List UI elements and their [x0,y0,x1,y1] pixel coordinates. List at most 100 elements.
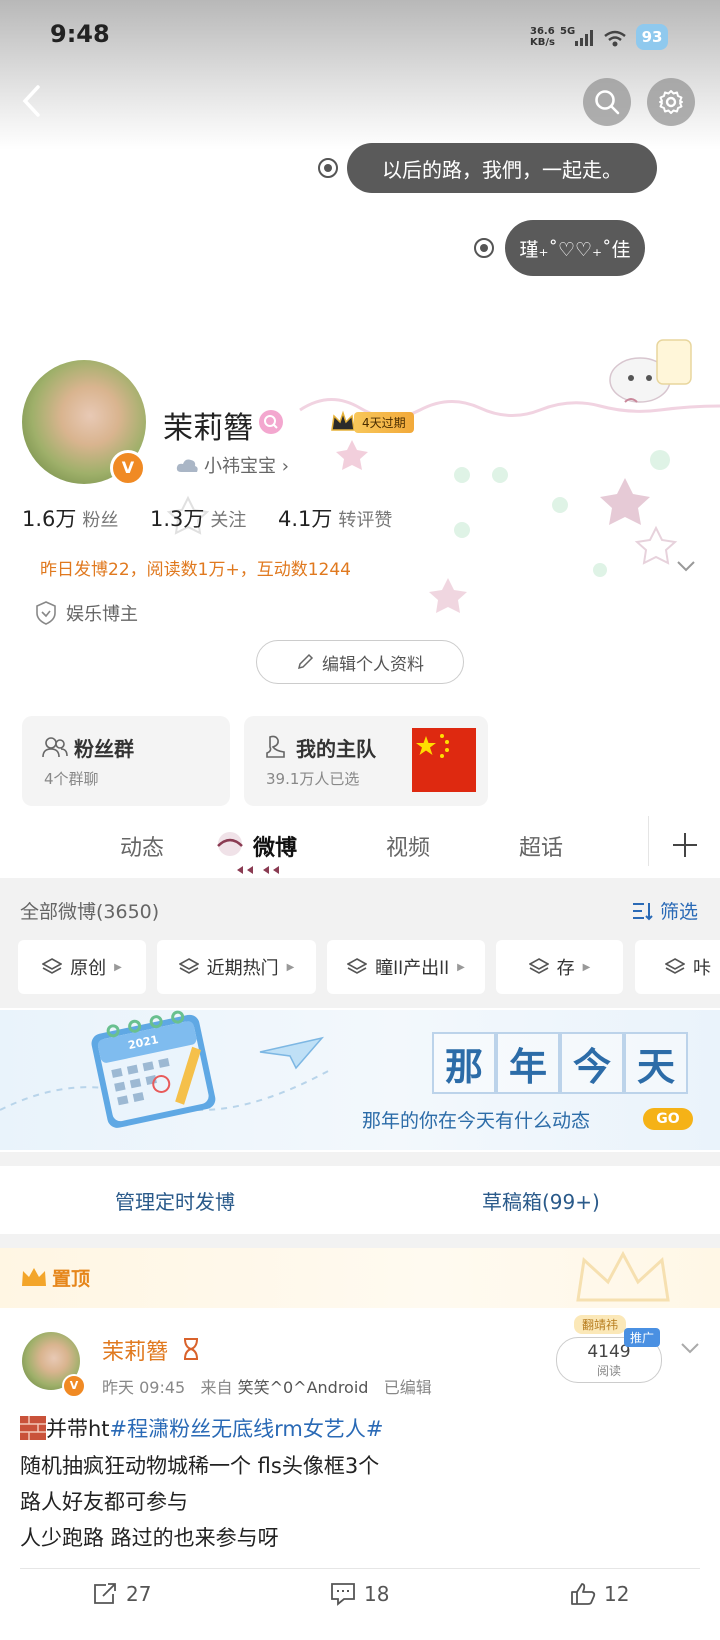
layers-icon [665,958,685,974]
post-source[interactable]: 笑笑^0^Android [238,1378,369,1397]
shield-icon [36,601,56,625]
fans-group-title: 粉丝群 [74,737,134,761]
search-button[interactable] [583,78,631,126]
post-line-3: 路人好友都可参与 [20,1490,188,1514]
pencil-icon [297,653,314,670]
star-decoration [336,440,368,470]
stat-following-label: 关注 [210,510,247,531]
pinned-crown-icon [22,1268,46,1286]
trophy-icon [266,735,285,758]
tab-super-topic[interactable]: 超话 [519,830,563,862]
bubble-message-2: 瑾₊˚♡♡₊˚佳 [505,220,645,276]
status-time: 9:48 [50,20,110,48]
china-flag-icon [412,728,476,792]
post-action-divider [20,1568,700,1569]
promote-tag[interactable]: 推广 [624,1328,661,1347]
stat-interactions[interactable]: 4.1万 转评赞 [278,503,392,533]
post-menu-chevron-icon[interactable] [680,1342,700,1354]
chip-arrow-icon: ▶ [582,961,591,973]
chip-output[interactable]: 瞳ll产出ll ▶ [327,940,485,994]
bubble-message-1: 以后的路，我們，一起走。 [347,143,657,193]
creator-tag[interactable]: 娱乐博主 [36,600,138,626]
layers-icon [528,958,549,974]
home-team-sub: 39.1万人已选 [266,770,360,788]
sub-profile-label: 小祎宝宝 › [204,456,289,477]
fans-group-card[interactable]: 粉丝群 4个群聊 [22,716,230,806]
sub-profile-link[interactable]: 小祎宝宝 › [176,452,289,478]
edit-profile-label: 编辑个人资料 [322,654,424,675]
post-time: 昨天 09:45 [102,1378,186,1397]
chip-arrow-icon: ▶ [457,961,465,973]
filter-button[interactable]: 筛选 [632,897,698,924]
profile-name: 茉莉簪 [163,411,253,446]
net-speed-unit: KB/s [530,37,555,48]
active-tab-indicator [237,866,279,874]
banner-subtitle: 那年的你在今天有什么动态 [362,1110,591,1132]
tab-divider [648,816,649,866]
tab-dynamics[interactable]: 动态 [120,830,164,862]
layers-icon [178,958,199,974]
repost-count: 27 [126,1582,152,1606]
hourglass-icon [184,1338,198,1360]
tab-video[interactable]: 视频 [386,830,430,862]
stat-fans-label: 粉丝 [82,510,119,531]
banner-title-char-2: 年 [496,1032,560,1094]
home-team-title: 我的主队 [296,737,376,761]
chip-save-label: 存 [556,958,575,979]
tab-weibo[interactable]: 微博 [253,830,297,862]
chip-recent-hot-label: 近期热门 [206,958,279,979]
comment-count: 18 [364,1582,390,1606]
post-meta: 昨天 09:45 来自 笑笑^0^Android 已编辑 [102,1374,432,1398]
expand-chevron-icon[interactable] [676,560,696,572]
banner-go-button[interactable]: GO [643,1108,693,1130]
settings-button[interactable] [647,78,695,126]
drafts-button[interactable]: 草稿箱(99+) [482,1186,600,1215]
banner-title-char-3: 今 [560,1032,624,1094]
section-separator [0,1234,720,1248]
stat-interactions-value: 4.1万 [278,507,333,531]
stat-following[interactable]: 1.3万 关注 [150,503,246,533]
battery-indicator: 93 [636,24,668,50]
chip-save[interactable]: 存 ▶ [496,940,623,994]
scheduled-posts-button[interactable]: 管理定时发博 [115,1186,235,1215]
all-weibo-count: 全部微博(3650) [20,901,160,923]
network-speed: 36.6 KB/s [530,26,555,48]
signal-icon [575,30,593,46]
chip-ka[interactable]: 咔 [635,940,720,994]
edit-profile-button[interactable]: 编辑个人资料 [256,640,464,684]
section-separator [0,1152,720,1166]
like-button[interactable]: 12 [570,1582,629,1606]
chip-original[interactable]: 原创 ▶ [18,940,146,994]
promo-name-tag: 翻靖祎 [574,1315,627,1334]
banner-title-char-1: 那 [432,1032,496,1094]
pinned-crown-decoration [576,1250,670,1302]
search-icon [595,90,620,115]
pinned-label: 置顶 [52,1268,91,1290]
back-icon[interactable] [20,84,44,118]
comment-button[interactable]: 18 [330,1582,389,1606]
chip-arrow-icon: ▶ [286,961,295,973]
add-tab-icon[interactable] [672,832,698,858]
stat-fans[interactable]: 1.6万 粉丝 [22,503,118,533]
post-hashtag[interactable]: #程潇粉丝无底线rm女艺人# [110,1417,384,1441]
chip-ka-label: 咔 [693,958,711,979]
chip-arrow-icon: ▶ [114,961,122,973]
post-line-1-prefix: 并带ht [46,1417,110,1441]
comment-icon [331,1583,355,1606]
fans-group-sub: 4个群聊 [44,770,99,788]
chip-original-label: 原创 [70,958,107,979]
vip-search-badge-icon[interactable] [259,410,283,434]
repost-button[interactable]: 27 [92,1582,151,1606]
cloud-icon [176,459,198,472]
network-type: 5G [560,26,576,37]
stat-fans-value: 1.6万 [22,507,77,531]
post-edited[interactable]: 已编辑 [384,1378,432,1397]
chip-recent-hot[interactable]: 近期热门 ▶ [157,940,316,994]
creator-tag-label: 娱乐博主 [66,604,138,625]
post-verified-badge-icon: V [62,1374,86,1398]
layers-icon [42,958,63,974]
brick-wall-icon [20,1416,46,1440]
home-team-card[interactable]: 我的主队 39.1万人已选 [244,716,488,806]
member-crown-badge[interactable]: 4天过期 [330,410,414,434]
post-author-name[interactable]: 茉莉簪 [102,1334,168,1366]
